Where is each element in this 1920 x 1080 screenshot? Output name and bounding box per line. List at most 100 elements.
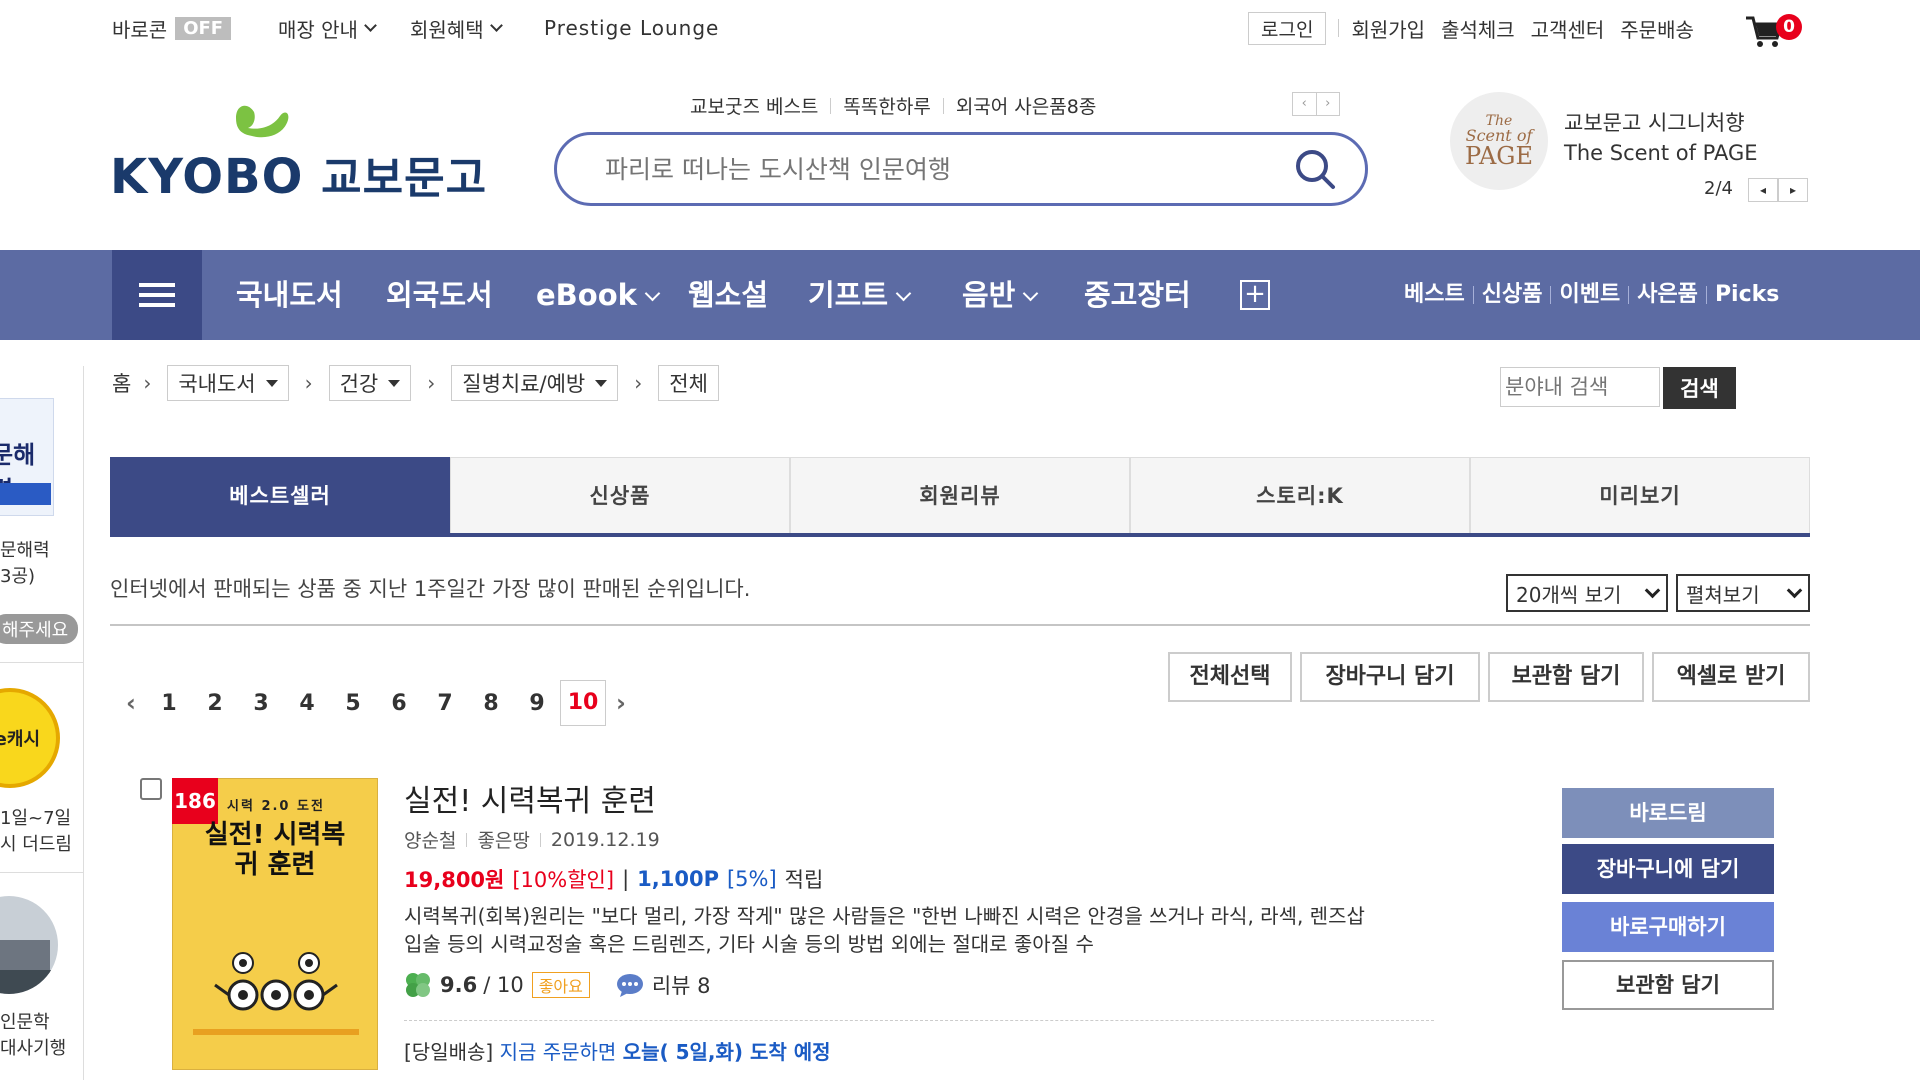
tab-new[interactable]: 신상품 <box>450 457 790 533</box>
reward-points: 1,100P <box>637 867 719 891</box>
page-link[interactable]: 2 <box>192 691 238 716</box>
store-info-menu[interactable]: 매장 안내 <box>278 12 377 44</box>
ad-text[interactable]: 교보문고 시그니처향 The Scent of PAGE <box>1564 108 1758 168</box>
page-link[interactable]: 5 <box>330 691 376 716</box>
next-keyword-button[interactable]: › <box>1315 93 1340 115</box>
nav-used-market[interactable]: 중고장터 <box>1084 250 1191 340</box>
brand-en: KYOBO <box>110 149 304 205</box>
breadcrumb-disease-dropdown[interactable]: 질병치료/예방 <box>451 365 619 401</box>
scent-of-page-emblem[interactable]: The Scent of PAGE <box>1450 92 1548 190</box>
prestige-lounge-link[interactable]: Prestige Lounge <box>544 12 719 44</box>
nav-new[interactable]: 신상품 <box>1482 250 1543 340</box>
view-mode-label: 펼쳐보기 <box>1686 582 1760 607</box>
nav-gift-items[interactable]: 사은품 <box>1637 250 1698 340</box>
view-count-label: 20개씩 보기 <box>1516 582 1622 607</box>
prev-page-icon[interactable]: ‹ <box>116 689 146 717</box>
delivery-date: 오늘( 5일,화) 도착 예정 <box>622 1040 831 1064</box>
select-all-button[interactable]: 전체선택 <box>1168 652 1292 702</box>
add-to-cart-bulk-button[interactable]: 장바구니 담기 <box>1300 652 1480 702</box>
kyobo-logo[interactable]: KYOBO 교보문고 <box>110 98 486 205</box>
author-link[interactable]: 양순철 <box>404 826 456 853</box>
divider <box>942 97 944 114</box>
buy-now-button[interactable]: 바로구매하기 <box>1562 902 1774 952</box>
add-to-cart-button[interactable]: 장바구니에 담기 <box>1562 844 1774 894</box>
page-link[interactable]: 1 <box>146 691 192 716</box>
brand-ko: 교보문고 <box>321 153 488 204</box>
breadcrumb-domestic-label: 국내도서 <box>178 372 256 396</box>
member-benefits-menu[interactable]: 회원혜택 <box>410 12 503 44</box>
banner2-line2: 시 더드림 <box>0 834 72 855</box>
summary-line2: 입술 등의 시력교정술 혹은 드림렌즈, 기타 시술 등의 방법 외에는 절대로… <box>404 932 1094 956</box>
baro-dream-button[interactable]: 바로드림 <box>1562 788 1774 838</box>
divider <box>1550 286 1552 304</box>
pagination: ‹ 1 2 3 4 5 6 7 8 9 10 › <box>116 680 636 726</box>
page-link[interactable]: 3 <box>238 691 284 716</box>
banner3-line2: 대사기행 <box>0 1038 67 1059</box>
ad-next-button[interactable]: ▸ <box>1778 178 1808 202</box>
chevron-down-icon <box>1786 582 1803 598</box>
view-count-select[interactable]: 20개씩 보기 <box>1506 574 1668 612</box>
prev-keyword-button[interactable]: ‹ <box>1293 93 1316 115</box>
nav-gift[interactable]: 기프트 <box>808 250 912 340</box>
keyword-item[interactable]: 교보굿즈 베스트 <box>690 92 818 119</box>
nav-web-novel[interactable]: 웹소설 <box>688 250 768 340</box>
nav-event[interactable]: 이벤트 <box>1559 250 1620 340</box>
add-to-wishlist-bulk-button[interactable]: 보관함 담기 <box>1488 652 1644 702</box>
page-link[interactable]: 9 <box>514 691 560 716</box>
all-menu-button[interactable] <box>112 250 202 340</box>
cart-button[interactable]: 0 <box>1744 8 1804 48</box>
breadcrumb-all[interactable]: 전체 <box>658 365 719 401</box>
view-mode-select[interactable]: 펼쳐보기 <box>1676 574 1810 612</box>
barocon-toggle[interactable]: 바로콘 OFF <box>112 12 232 44</box>
store-info-label: 매장 안내 <box>278 17 358 42</box>
page-link[interactable]: 4 <box>284 691 330 716</box>
review-count-link[interactable]: 리뷰 8 <box>652 970 711 1000</box>
search-input[interactable] <box>605 151 1245 187</box>
banner1-pill[interactable]: 해주세요 <box>0 614 79 644</box>
next-page-icon[interactable]: › <box>606 689 636 717</box>
tab-bestseller[interactable]: 베스트셀러 <box>110 457 450 533</box>
tab-preview[interactable]: 미리보기 <box>1470 457 1810 533</box>
nav-ebook[interactable]: eBook <box>536 250 661 340</box>
breadcrumb-domestic-dropdown[interactable]: 국내도서 <box>167 365 289 401</box>
attendance-link[interactable]: 출석체크 <box>1441 14 1515 43</box>
nav-music[interactable]: 음반 <box>962 250 1039 340</box>
more-plus-icon[interactable]: + <box>1240 280 1270 310</box>
customer-center-link[interactable]: 고객센터 <box>1531 14 1605 43</box>
speech-bubble-icon <box>616 974 643 997</box>
export-excel-button[interactable]: 엑셀로 받기 <box>1652 652 1810 702</box>
add-to-wishlist-button[interactable]: 보관함 담기 <box>1562 960 1774 1010</box>
tab-story-k[interactable]: 스토리:K <box>1130 457 1470 533</box>
login-button[interactable]: 로그인 <box>1248 11 1327 45</box>
nav-picks[interactable]: Picks <box>1715 250 1779 340</box>
signup-link[interactable]: 회원가입 <box>1351 14 1425 43</box>
humanities-banner-image[interactable] <box>0 896 58 994</box>
page-link[interactable]: 8 <box>468 691 514 716</box>
emblem-line3: PAGE <box>1465 142 1533 170</box>
banner1-line1: 문해력 <box>0 540 50 561</box>
nav-foreign-books[interactable]: 외국도서 <box>386 250 493 340</box>
keyword-item[interactable]: 똑똑한하루 <box>843 92 930 119</box>
category-search-button[interactable]: 검색 <box>1663 367 1736 409</box>
breadcrumb-home[interactable]: 홈 <box>112 368 131 398</box>
banner3-line1: 인문학 <box>0 1012 50 1033</box>
reward-label: 적립 <box>784 868 824 892</box>
page-link[interactable]: 7 <box>422 691 468 716</box>
product-title[interactable]: 실전! 시력복귀 훈련 <box>404 776 656 820</box>
search-icon[interactable] <box>1293 147 1337 191</box>
book-banner-image[interactable]: 문해력 <box>0 398 54 516</box>
page-link[interactable]: 6 <box>376 691 422 716</box>
tab-member-review[interactable]: 회원리뷰 <box>790 457 1130 533</box>
publisher-link[interactable]: 좋은땅 <box>477 826 529 853</box>
nav-best[interactable]: 베스트 <box>1404 250 1465 340</box>
category-search-input[interactable] <box>1500 367 1660 407</box>
current-page[interactable]: 10 <box>560 680 606 726</box>
product-checkbox[interactable] <box>140 778 162 800</box>
ad-prev-button[interactable]: ◂ <box>1748 178 1778 202</box>
order-delivery-link[interactable]: 주문배송 <box>1620 14 1694 43</box>
ecash-banner[interactable]: e캐시 <box>0 688 60 788</box>
banner2-line1: 1일~7일 <box>0 808 72 829</box>
breadcrumb-health-dropdown[interactable]: 건강 <box>328 365 412 401</box>
nav-domestic-books[interactable]: 국내도서 <box>236 250 343 340</box>
keyword-item[interactable]: 외국어 사은품8종 <box>956 92 1097 119</box>
